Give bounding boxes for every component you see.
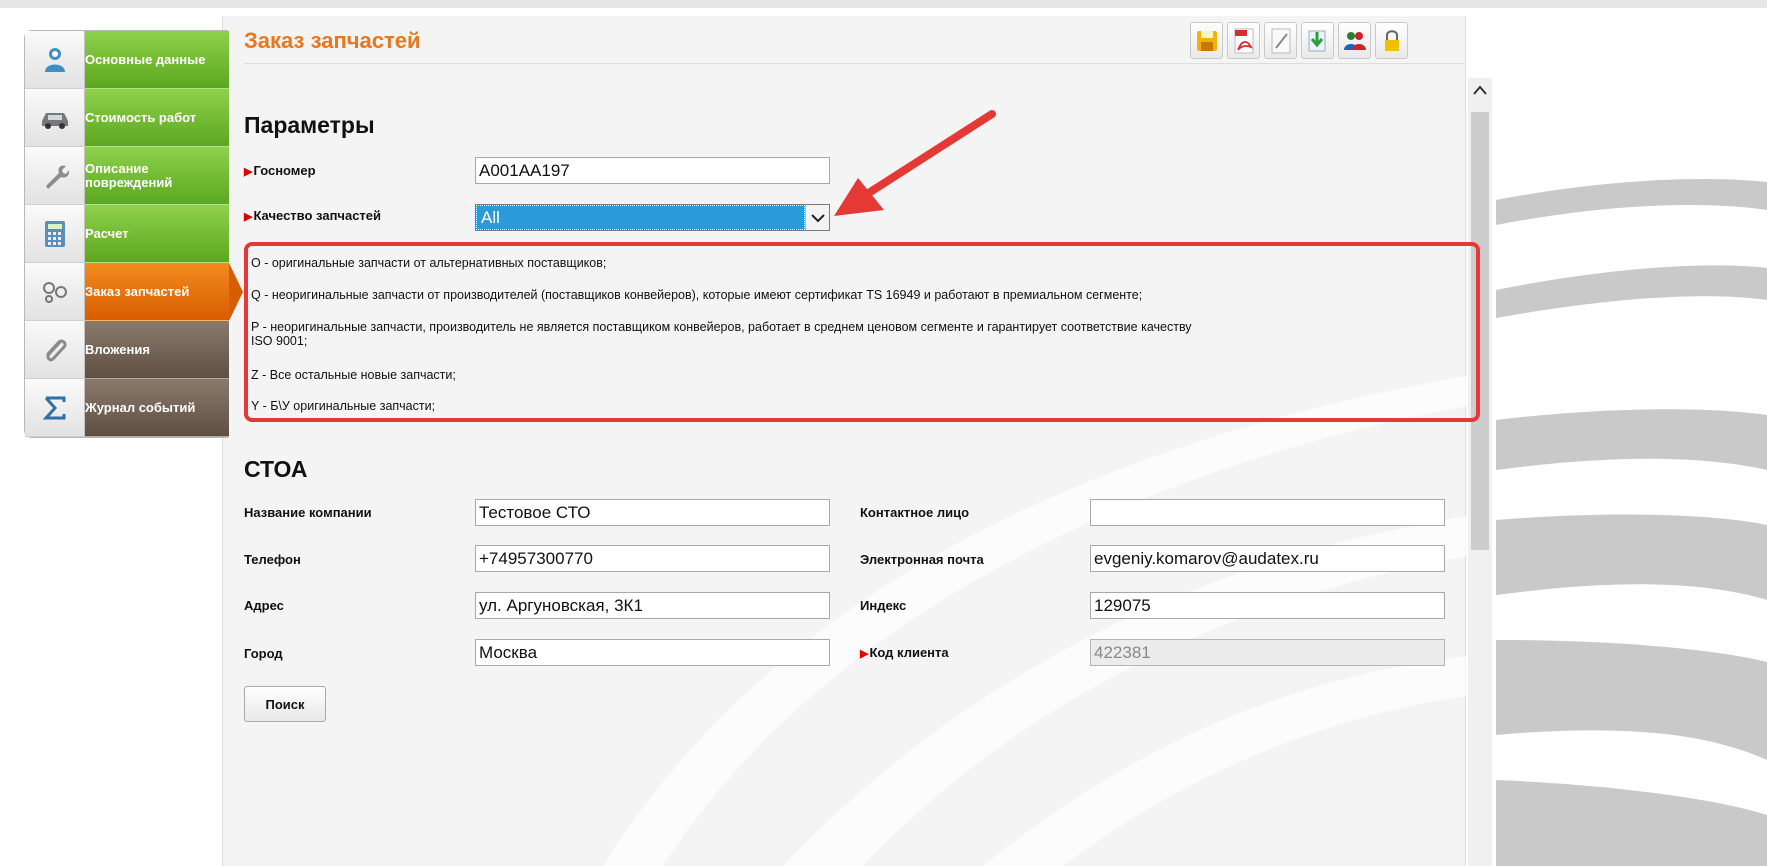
city-label: Город	[244, 646, 283, 661]
save-icon	[1196, 30, 1217, 51]
download-icon	[1308, 30, 1325, 51]
nav-icon-cell	[25, 379, 85, 437]
nav-label-cell: Основные данные	[85, 31, 229, 89]
index-label: Индекс	[860, 598, 907, 613]
phone-input[interactable]	[475, 545, 830, 572]
person-icon	[44, 47, 65, 72]
company-input[interactable]	[475, 499, 830, 526]
contact-input[interactable]	[1090, 499, 1445, 526]
contact-label: Контактное лицо	[860, 505, 970, 520]
legend-line: Y - Б\У оригинальные запчасти;	[251, 399, 436, 413]
legend-line: Z - Все остальные новые запчасти;	[251, 368, 456, 382]
chevron-up-icon	[1473, 85, 1487, 95]
nav-icon-cell	[25, 263, 85, 321]
nav-icon-cell	[25, 31, 85, 89]
address-input[interactable]	[475, 592, 830, 619]
sidebar-item-label: Расчет	[85, 225, 129, 241]
sidebar-item-calculation[interactable]: Расчет	[25, 205, 229, 263]
legend-line: Q - неоригинальные запчасти от производи…	[251, 288, 1143, 302]
nav-label-cell: Журнал событий	[85, 379, 229, 437]
title-divider	[244, 63, 1464, 64]
legend-line: O - оригинальные запчасти от альтернатив…	[251, 256, 607, 270]
required-marker-icon: ▶	[244, 211, 253, 223]
required-marker-icon: ▶	[244, 166, 253, 178]
pdf-icon	[1234, 28, 1253, 53]
sidebar-item-basic-data[interactable]: Основные данные	[25, 31, 229, 89]
scroll-up-button[interactable]	[1470, 80, 1490, 100]
sidebar-item-label: Вложения	[85, 341, 150, 357]
gosnomer-label-text: Госномер	[253, 163, 316, 178]
nav-label-cell: Вложения	[85, 321, 229, 379]
lock-button[interactable]	[1375, 22, 1408, 59]
company-label: Название компании	[244, 505, 372, 520]
sigma-icon	[42, 396, 65, 419]
sidebar-item-label: Заказ запчастей	[85, 283, 190, 299]
stoa-heading: СТОА	[244, 456, 308, 482]
calculator-icon	[44, 220, 65, 247]
users-icon	[1343, 31, 1366, 50]
params-heading: Параметры	[244, 112, 375, 138]
email-input[interactable]	[1090, 545, 1445, 572]
lock-icon	[1384, 29, 1399, 51]
nav-icon-cell	[25, 89, 85, 147]
client-code-label-text: Код клиента	[869, 645, 949, 660]
parts-icon	[42, 281, 67, 303]
edit-icon	[1271, 28, 1290, 53]
legend-line: P - неоригинальные запчасти, производите…	[251, 320, 1192, 334]
nav-icon-cell	[25, 205, 85, 263]
index-input[interactable]	[1090, 592, 1445, 619]
address-label: Адрес	[244, 598, 284, 613]
nav-label-cell: Стоимость работ	[85, 89, 229, 147]
sidebar-item-label: Стоимость работ	[85, 109, 197, 125]
users-button[interactable]	[1338, 22, 1371, 59]
city-input[interactable]	[475, 639, 830, 666]
client-code-input	[1090, 639, 1445, 666]
wrench-icon	[45, 165, 69, 189]
quality-label: ▶Качество запчастей	[244, 208, 381, 223]
sidebar-item-label: Журнал событий	[85, 399, 196, 415]
car-icon	[41, 112, 68, 129]
nav-label-cell: Заказ запчастей	[85, 263, 243, 321]
gosnomer-input[interactable]	[475, 157, 830, 184]
client-code-label: ▶Код клиента	[860, 645, 949, 660]
annotation-arrow	[834, 110, 996, 216]
save-button[interactable]	[1190, 22, 1223, 59]
sidebar-item-label: Описание повреждений	[85, 160, 173, 190]
sidebar: Основные данные Стоимость работ Описание…	[24, 30, 243, 438]
sidebar-item-event-log[interactable]: Журнал событий	[25, 379, 229, 437]
phone-label: Телефон	[244, 552, 301, 567]
required-marker-icon: ▶	[860, 648, 869, 660]
edit-button[interactable]	[1264, 22, 1297, 59]
toolbar	[1190, 22, 1408, 59]
sidebar-item-parts-order[interactable]: Заказ запчастей	[25, 263, 243, 321]
sidebar-item-label: Основные данные	[85, 51, 206, 67]
paperclip-icon	[45, 339, 67, 361]
sidebar-item-damage-description[interactable]: Описание повреждений	[25, 147, 229, 205]
search-button[interactable]: Поиск	[244, 686, 326, 722]
sidebar-item-attachments[interactable]: Вложения	[25, 321, 229, 379]
pdf-button[interactable]	[1227, 22, 1260, 59]
nav-label-cell: Описание повреждений	[85, 147, 229, 205]
gosnomer-label: ▶Госномер	[244, 163, 316, 178]
sidebar-item-work-cost[interactable]: Стоимость работ	[25, 89, 229, 147]
quality-select-value: All	[476, 205, 805, 230]
quality-label-text: Качество запчастей	[253, 208, 382, 223]
nav-icon-cell	[25, 321, 85, 379]
legend-line: ISO 9001;	[251, 334, 308, 348]
download-button[interactable]	[1301, 22, 1334, 59]
nav-icon-cell	[25, 147, 85, 205]
nav-label-cell: Расчет	[85, 205, 229, 263]
email-label: Электронная почта	[860, 552, 984, 567]
active-indicator	[229, 263, 243, 321]
quality-select[interactable]: All	[475, 204, 830, 231]
page-title: Заказ запчастей	[244, 28, 421, 53]
